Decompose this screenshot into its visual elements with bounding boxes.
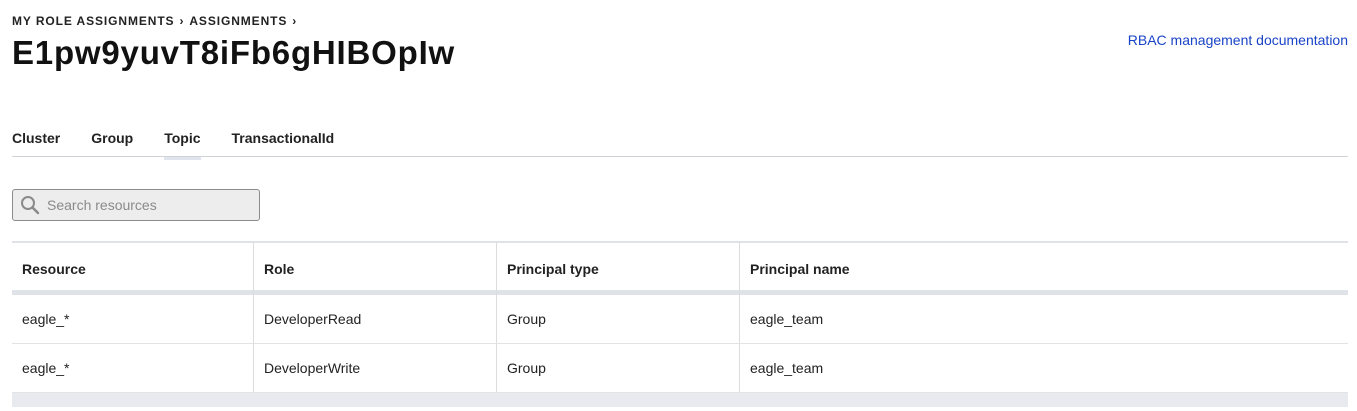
resource-tabs: Cluster Group Topic TransactionalId bbox=[12, 122, 1348, 160]
page: MY ROLE ASSIGNMENTS › ASSIGNMENTS › E1pw… bbox=[0, 0, 1357, 411]
cell-principal-name: eagle_team bbox=[750, 360, 824, 376]
breadcrumb-separator-icon: › bbox=[179, 14, 185, 28]
rbac-documentation-link[interactable]: RBAC management documentation bbox=[1128, 32, 1348, 48]
table-footer bbox=[12, 393, 1348, 407]
cell-resource: eagle_* bbox=[12, 295, 254, 343]
tab-group[interactable]: Group bbox=[91, 122, 133, 157]
cell-role: DeveloperWrite bbox=[254, 344, 497, 392]
table-row[interactable]: eagle_* DeveloperRead Group eagle_team bbox=[12, 295, 1348, 344]
cell-principal-name: eagle_team bbox=[750, 311, 824, 327]
cell-principal-type: Group bbox=[497, 344, 740, 392]
column-header-principal-name[interactable]: Principal name bbox=[740, 243, 1348, 295]
column-header-resource[interactable]: Resource bbox=[12, 243, 254, 295]
page-title: E1pw9yuvT8iFb6gHIBOpIw bbox=[12, 34, 456, 71]
breadcrumb-my-role-assignments[interactable]: MY ROLE ASSIGNMENTS bbox=[12, 14, 174, 28]
role-assignments-table: Resource Role Principal type Principal n… bbox=[12, 241, 1348, 407]
tab-cluster[interactable]: Cluster bbox=[12, 122, 60, 157]
table-row[interactable]: eagle_* DeveloperWrite Group eagle_team bbox=[12, 344, 1348, 393]
search-box bbox=[12, 189, 260, 221]
table-header-row: Resource Role Principal type Principal n… bbox=[12, 243, 1348, 295]
cell-resource: eagle_* bbox=[12, 344, 254, 392]
column-header-role[interactable]: Role bbox=[254, 243, 497, 295]
cell-principal-type: Group bbox=[497, 295, 740, 343]
breadcrumb: MY ROLE ASSIGNMENTS › ASSIGNMENTS › bbox=[12, 14, 302, 28]
tab-topic[interactable]: Topic bbox=[164, 122, 201, 160]
cell-role: DeveloperRead bbox=[254, 295, 497, 343]
search-input[interactable] bbox=[47, 197, 259, 213]
tab-transactionalid[interactable]: TransactionalId bbox=[232, 122, 335, 157]
column-header-principal-type[interactable]: Principal type bbox=[497, 243, 740, 295]
breadcrumb-assignments[interactable]: ASSIGNMENTS bbox=[189, 14, 287, 28]
breadcrumb-separator-icon: › bbox=[292, 14, 298, 28]
search-icon bbox=[13, 190, 47, 220]
